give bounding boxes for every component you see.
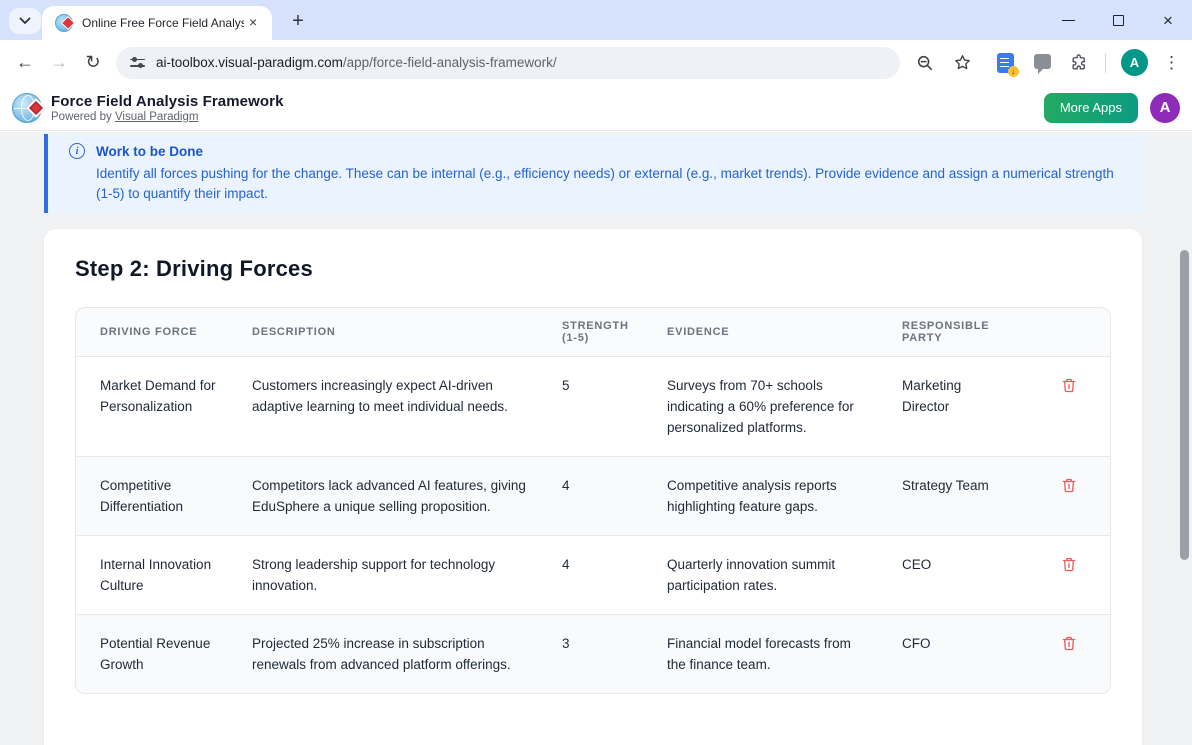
minimize-icon [1062, 20, 1075, 21]
more-apps-button[interactable]: More Apps [1044, 93, 1138, 123]
site-settings-icon[interactable] [130, 57, 145, 69]
cell-party: Marketing Director [886, 357, 1026, 457]
cell-evidence: Competitive analysis reports highlightin… [651, 457, 886, 536]
col-responsible-party: RESPONSIBLE PARTY [886, 308, 1026, 357]
powered-by: Powered by Visual Paradigm [51, 111, 284, 123]
cell-force: Potential Revenue Growth [76, 615, 236, 694]
window-controls: × [1060, 0, 1176, 40]
tab-close-icon[interactable]: × [244, 14, 262, 32]
table-row: Internal Innovation Culture Strong leade… [76, 536, 1111, 615]
url-path: /app/force-field-analysis-framework/ [343, 55, 557, 70]
browser-titlebar: Online Free Force Field Analysis × + × [0, 0, 1192, 40]
cell-description: Projected 25% increase in subscription r… [236, 615, 546, 694]
page-scrollbar-thumb[interactable] [1180, 250, 1189, 560]
page-content: i Work to be Done Identify all forces pu… [0, 132, 1192, 745]
address-bar[interactable]: ai-toolbox.visual-paradigm.com/app/force… [116, 47, 900, 79]
new-tab-button[interactable]: + [284, 8, 312, 36]
visual-paradigm-link[interactable]: Visual Paradigm [115, 111, 199, 123]
table-row: Market Demand for Personalization Custom… [76, 357, 1111, 457]
table-header-row: DRIVING FORCE DESCRIPTION STRENGTH (1-5)… [76, 308, 1111, 357]
cell-party: CFO [886, 615, 1026, 694]
cell-force: Internal Innovation Culture [76, 536, 236, 615]
cell-evidence: Quarterly innovation summit participatio… [651, 536, 886, 615]
col-driving-force: DRIVING FORCE [76, 308, 236, 357]
browser-tab[interactable]: Online Free Force Field Analysis × [42, 6, 272, 40]
window-minimize-button[interactable] [1060, 12, 1076, 28]
close-icon: × [1163, 12, 1173, 29]
driving-forces-table-wrapper: DRIVING FORCE DESCRIPTION STRENGTH (1-5)… [75, 307, 1111, 694]
trash-icon [1061, 377, 1077, 394]
table-row: Potential Revenue Growth Projected 25% i… [76, 615, 1111, 694]
window-close-button[interactable]: × [1160, 12, 1176, 28]
info-banner: i Work to be Done Identify all forces pu… [44, 134, 1146, 213]
cell-evidence: Financial model forecasts from the finan… [651, 615, 886, 694]
visual-paradigm-logo-icon [12, 93, 42, 123]
extensions-puzzle-icon[interactable] [1068, 52, 1090, 74]
banner-title: Work to be Done [96, 144, 203, 159]
app-titles: Force Field Analysis Framework Powered b… [51, 93, 284, 123]
maximize-icon [1113, 15, 1124, 26]
zoom-out-icon[interactable] [914, 52, 936, 74]
docs-offline-extension-icon[interactable]: ↓ [994, 52, 1016, 74]
banner-body: Identify all forces pushing for the chan… [96, 164, 1126, 204]
cell-description: Customers increasingly expect AI-driven … [236, 357, 546, 457]
tab-search-button[interactable] [9, 8, 41, 34]
browser-toolbar: ← → ↻ ai-toolbox.visual-paradigm.com/app… [0, 40, 1192, 85]
url-text: ai-toolbox.visual-paradigm.com/app/force… [156, 55, 557, 70]
site-favicon-icon [55, 14, 73, 32]
delete-row-button[interactable] [1059, 554, 1079, 575]
bookmark-star-icon[interactable] [951, 52, 973, 74]
cell-strength: 4 [546, 536, 651, 615]
back-button[interactable]: ← [8, 46, 42, 80]
col-strength: STRENGTH (1-5) [546, 308, 651, 357]
cell-strength: 5 [546, 357, 651, 457]
info-icon: i [69, 143, 85, 159]
trash-icon [1061, 477, 1077, 494]
chat-extension-icon[interactable] [1031, 52, 1053, 74]
trash-icon [1061, 635, 1077, 652]
cell-description: Competitors lack advanced AI features, g… [236, 457, 546, 536]
col-description: DESCRIPTION [236, 308, 546, 357]
browser-menu-kebab-icon[interactable]: ⋮ [1163, 53, 1180, 73]
cell-force: Competitive Differentiation [76, 457, 236, 536]
cell-strength: 3 [546, 615, 651, 694]
forward-button[interactable]: → [42, 46, 76, 80]
col-actions [1026, 308, 1111, 357]
table-row: Competitive Differentiation Competitors … [76, 457, 1111, 536]
cell-force: Market Demand for Personalization [76, 357, 236, 457]
cell-party: CEO [886, 536, 1026, 615]
cell-description: Strong leadership support for technology… [236, 536, 546, 615]
cell-strength: 4 [546, 457, 651, 536]
tab-title: Online Free Force Field Analysis [82, 16, 244, 30]
step-heading: Step 2: Driving Forces [75, 256, 1111, 282]
app-title: Force Field Analysis Framework [51, 93, 284, 110]
toolbar-separator [1105, 53, 1106, 73]
toolbar-right-cluster: ↓ A ⋮ [914, 49, 1180, 76]
driving-forces-table: DRIVING FORCE DESCRIPTION STRENGTH (1-5)… [76, 308, 1111, 693]
user-avatar[interactable]: A [1150, 93, 1180, 123]
delete-row-button[interactable] [1059, 475, 1079, 496]
delete-row-button[interactable] [1059, 375, 1079, 396]
browser-profile-avatar[interactable]: A [1121, 49, 1148, 76]
chevron-down-icon [19, 12, 31, 30]
url-host: ai-toolbox.visual-paradigm.com [156, 55, 343, 70]
step-card: Step 2: Driving Forces DRIVING FORCE DES… [44, 229, 1142, 745]
col-evidence: EVIDENCE [651, 308, 886, 357]
window-maximize-button[interactable] [1110, 12, 1126, 28]
cell-evidence: Surveys from 70+ schools indicating a 60… [651, 357, 886, 457]
app-header: Force Field Analysis Framework Powered b… [0, 85, 1192, 131]
cell-party: Strategy Team [886, 457, 1026, 536]
delete-row-button[interactable] [1059, 633, 1079, 654]
trash-icon [1061, 556, 1077, 573]
reload-button[interactable]: ↻ [76, 46, 110, 80]
